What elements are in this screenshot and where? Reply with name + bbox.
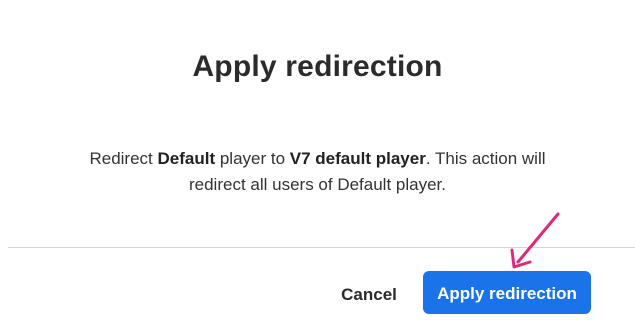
footer-divider xyxy=(8,247,635,248)
message-text-2: player to xyxy=(215,149,290,168)
dialog-title: Apply redirection xyxy=(192,50,443,83)
cancel-button[interactable]: Cancel xyxy=(326,276,412,312)
apply-redirection-button[interactable]: Apply redirection xyxy=(423,271,591,314)
apply-redirection-dialog: Apply redirection Redirect Default playe… xyxy=(0,0,635,320)
message-text-1: Redirect xyxy=(89,149,158,168)
source-player-name: Default xyxy=(157,149,216,168)
dialog-message: Redirect Default player to V7 default pl… xyxy=(60,146,575,198)
target-player-name: V7 default player xyxy=(289,149,426,168)
